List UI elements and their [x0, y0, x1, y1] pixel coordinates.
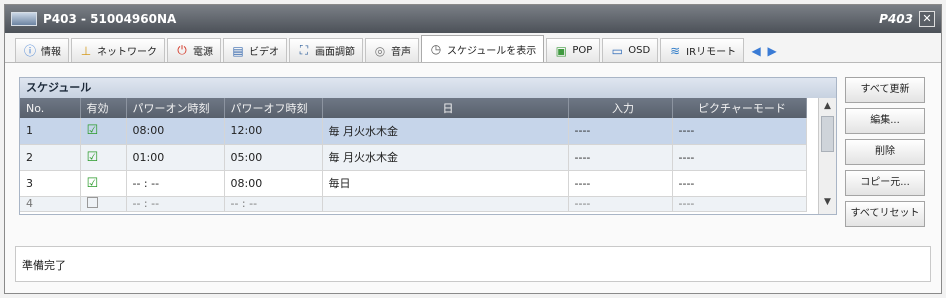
tab-osd[interactable]: ▭ OSD: [602, 38, 659, 62]
pop-icon: ▣: [555, 43, 567, 58]
tab-audio[interactable]: ◎ 音声: [365, 38, 419, 62]
osd-icon: ▭: [611, 43, 623, 58]
tab-scroll: ◀ ▶: [748, 40, 780, 62]
row-power-off: -- : --: [224, 196, 323, 212]
row-day: 毎 月火水木金: [322, 118, 569, 145]
row-input: ----: [568, 170, 673, 197]
action-buttons: すべて更新 編集... 削除 コピー元... すべてリセット: [845, 77, 927, 232]
row-no: 1: [20, 118, 81, 145]
row-picture-mode: ----: [672, 196, 807, 212]
row-no: 4: [20, 196, 81, 212]
scroll-thumb[interactable]: [821, 116, 834, 152]
info-icon: ⓘ: [23, 44, 36, 58]
tab-schedule[interactable]: ◷ スケジュールを表示: [421, 35, 545, 62]
status-text: 準備完了: [22, 259, 66, 272]
schedule-table: No. 有効 パワーオン時刻 パワーオフ時刻 日 入力 ピクチャーモード 1 ☑…: [20, 98, 807, 212]
panel-title: スケジュール: [20, 78, 836, 98]
column-header-power-off[interactable]: パワーオフ時刻: [224, 98, 323, 118]
column-header-no[interactable]: No.: [20, 98, 81, 118]
clock-icon: ◷: [430, 42, 442, 56]
table-row[interactable]: 4 -- : -- -- : -- ---- ----: [20, 196, 807, 212]
row-day: 毎 月火水木金: [322, 144, 569, 171]
row-picture-mode: ----: [672, 118, 807, 145]
table-row[interactable]: 2 ☑ 01:00 05:00 毎 月火水木金 ---- ----: [20, 144, 807, 171]
status-bar: 準備完了: [15, 246, 931, 282]
checkbox-checked-icon[interactable]: ☑: [87, 123, 99, 138]
chevron-right-icon[interactable]: ▶: [764, 41, 780, 61]
title-bar: P403 - 51004960NA P403 ✕: [5, 5, 941, 33]
row-no: 3: [20, 170, 81, 197]
row-no: 2: [20, 144, 81, 171]
checkbox-checked-icon[interactable]: ☑: [87, 150, 99, 165]
close-icon[interactable]: ✕: [919, 11, 935, 27]
power-icon: ⏻: [177, 43, 187, 57]
refresh-all-button[interactable]: すべて更新: [845, 77, 925, 103]
column-header-input[interactable]: 入力: [568, 98, 673, 118]
edit-button[interactable]: 編集...: [845, 108, 925, 134]
video-icon: ▤: [232, 43, 244, 58]
screen-adjust-icon: ⛶: [299, 43, 309, 57]
column-header-day[interactable]: 日: [322, 98, 569, 118]
row-day: [322, 196, 569, 212]
column-header-power-on[interactable]: パワーオン時刻: [126, 98, 225, 118]
main-window: P403 - 51004960NA P403 ✕ ⓘ 情報 ⊥ ネットワーク ⏻ 電源…: [4, 4, 942, 294]
copy-from-button[interactable]: コピー元...: [845, 170, 925, 196]
row-input: ----: [568, 196, 673, 212]
audio-icon: ◎: [374, 43, 386, 58]
tab-pop[interactable]: ▣ POP: [546, 38, 601, 62]
table-row[interactable]: 1 ☑ 08:00 12:00 毎 月火水木金 ---- ----: [20, 118, 807, 145]
row-power-off: 08:00: [224, 170, 323, 197]
row-power-off: 05:00: [224, 144, 323, 171]
tab-power[interactable]: ⏻ 電源: [167, 38, 221, 62]
column-header-picture-mode[interactable]: ピクチャーモード: [672, 98, 807, 118]
reset-all-button[interactable]: すべてリセット: [845, 201, 925, 227]
row-power-off: 12:00: [224, 118, 323, 145]
network-icon: ⊥: [80, 43, 92, 58]
tab-content: スケジュール No. 有効 パワーオン時刻 パワーオフ時刻 日 入力 ピクチャー…: [5, 63, 941, 239]
column-header-enabled[interactable]: 有効: [80, 98, 127, 118]
row-input: ----: [568, 118, 673, 145]
row-power-on: 01:00: [126, 144, 225, 171]
window-title: P403 - 51004960NA: [43, 12, 177, 26]
display-icon: [11, 12, 37, 26]
tab-screen-adjust[interactable]: ⛶ 画面調節: [289, 38, 363, 62]
row-power-on: -- : --: [126, 170, 225, 197]
table-header: No. 有効 パワーオン時刻 パワーオフ時刻 日 入力 ピクチャーモード: [20, 98, 807, 118]
row-picture-mode: ----: [672, 170, 807, 197]
tab-info[interactable]: ⓘ 情報: [15, 38, 69, 62]
schedule-panel: スケジュール No. 有効 パワーオン時刻 パワーオフ時刻 日 入力 ピクチャー…: [19, 77, 837, 215]
scroll-down-icon[interactable]: ▼: [819, 194, 836, 210]
table-row[interactable]: 3 ☑ -- : -- 08:00 毎日 ---- ----: [20, 170, 807, 197]
tab-network[interactable]: ⊥ ネットワーク: [71, 38, 165, 62]
row-input: ----: [568, 144, 673, 171]
checkbox-checked-icon[interactable]: ☑: [87, 176, 99, 191]
row-picture-mode: ----: [672, 144, 807, 171]
row-power-on: -- : --: [126, 196, 225, 212]
tab-bar: ⓘ 情報 ⊥ ネットワーク ⏻ 電源 ▤ ビデオ ⛶ 画面調節 ◎ 音声 ◷ スケジュールを表…: [5, 33, 941, 63]
checkbox-unchecked-icon[interactable]: [86, 196, 98, 208]
tab-ir-remote[interactable]: ≋ IRリモート: [660, 38, 745, 62]
model-label: P403: [879, 12, 913, 26]
delete-button[interactable]: 削除: [845, 139, 925, 165]
row-power-on: 08:00: [126, 118, 225, 145]
vertical-scrollbar[interactable]: ▲ ▼: [818, 98, 836, 214]
tab-video[interactable]: ▤ ビデオ: [223, 38, 287, 62]
row-day: 毎日: [322, 170, 569, 197]
ir-remote-icon: ≋: [670, 43, 681, 58]
chevron-left-icon[interactable]: ◀: [748, 41, 764, 61]
scroll-up-icon[interactable]: ▲: [819, 98, 836, 114]
